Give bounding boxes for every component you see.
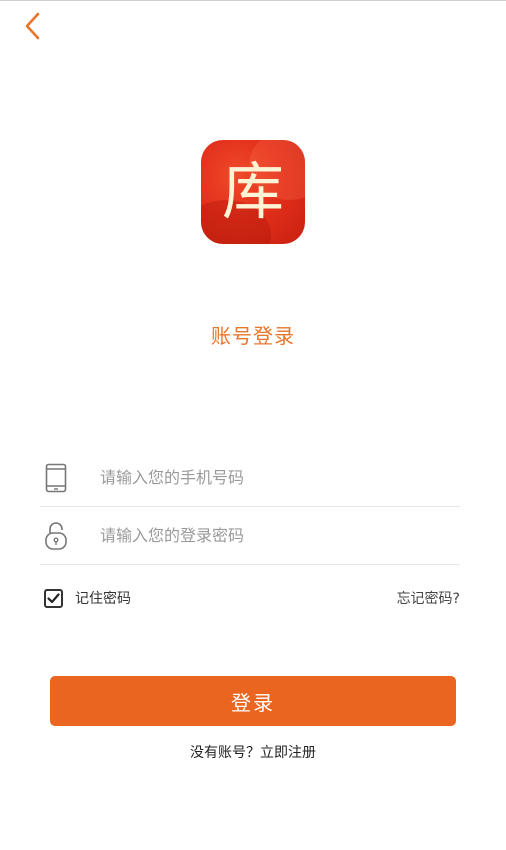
remember-toggle[interactable]: 记住密码: [44, 588, 131, 608]
register-link[interactable]: 没有账号？立即注册: [190, 745, 316, 761]
lock-icon: [42, 520, 70, 552]
app-logo: 库: [201, 140, 305, 244]
phone-field-row: [40, 449, 460, 507]
remember-checkbox[interactable]: [44, 588, 63, 608]
phone-input[interactable]: [100, 457, 440, 498]
remember-row: 记住密码 忘记密码?: [44, 586, 464, 610]
back-button[interactable]: [18, 10, 50, 42]
forgot-password-link[interactable]: 忘记密码?: [397, 588, 460, 608]
phone-icon: [42, 462, 70, 494]
login-button[interactable]: 登录: [50, 676, 456, 726]
password-input[interactable]: [100, 515, 440, 556]
page-title: 账号登录: [211, 324, 295, 348]
check-icon: [47, 592, 60, 603]
chevron-left-icon: [25, 12, 40, 40]
remember-label: 记住密码: [75, 591, 131, 607]
password-field-row: [40, 507, 460, 565]
logo-char: 库: [221, 155, 284, 228]
register-row: 没有账号？立即注册: [0, 742, 506, 762]
top-border: [0, 0, 506, 1]
